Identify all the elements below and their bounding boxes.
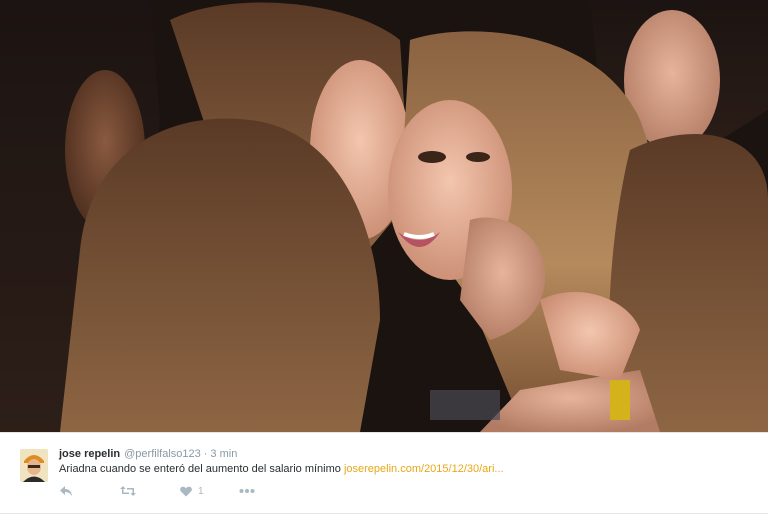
- avatar-image: [20, 449, 48, 482]
- reply-button[interactable]: [59, 483, 73, 499]
- like-count: 1: [198, 485, 204, 497]
- tweet-body: jose repelin @perfilfalso123 · 3 min Ariadn…: [0, 433, 768, 514]
- tweet-card: jose repelin @perfilfalso123 · 3 min Ariadn…: [0, 0, 768, 514]
- avatar[interactable]: [20, 449, 48, 482]
- retweet-button[interactable]: [120, 483, 136, 499]
- author-name[interactable]: jose repelin: [59, 448, 120, 460]
- heart-icon: [180, 486, 192, 496]
- more-button[interactable]: [239, 483, 255, 499]
- more-dots-icon: [239, 489, 255, 493]
- separator-dot: ·: [203, 448, 208, 460]
- retweet-icon: [120, 486, 136, 496]
- reply-icon: [60, 486, 72, 496]
- tweet-actions: 1: [59, 483, 359, 499]
- tweet-text: Ariadna cuando se enteró del aumento del…: [59, 462, 504, 476]
- photo-illustration: [0, 0, 768, 432]
- tweet-text-body: Ariadna cuando se enteró del aumento del…: [59, 463, 341, 475]
- tweet-photo[interactable]: [0, 0, 768, 432]
- like-button[interactable]: 1: [180, 483, 204, 499]
- tweet-timestamp[interactable]: 3 min: [210, 448, 237, 460]
- author-handle[interactable]: @perfilfalso123: [124, 448, 201, 460]
- tweet-header: jose repelin @perfilfalso123 · 3 min: [59, 447, 237, 461]
- tweet-link[interactable]: joserepelin.com/2015/12/30/ari...: [344, 463, 504, 475]
